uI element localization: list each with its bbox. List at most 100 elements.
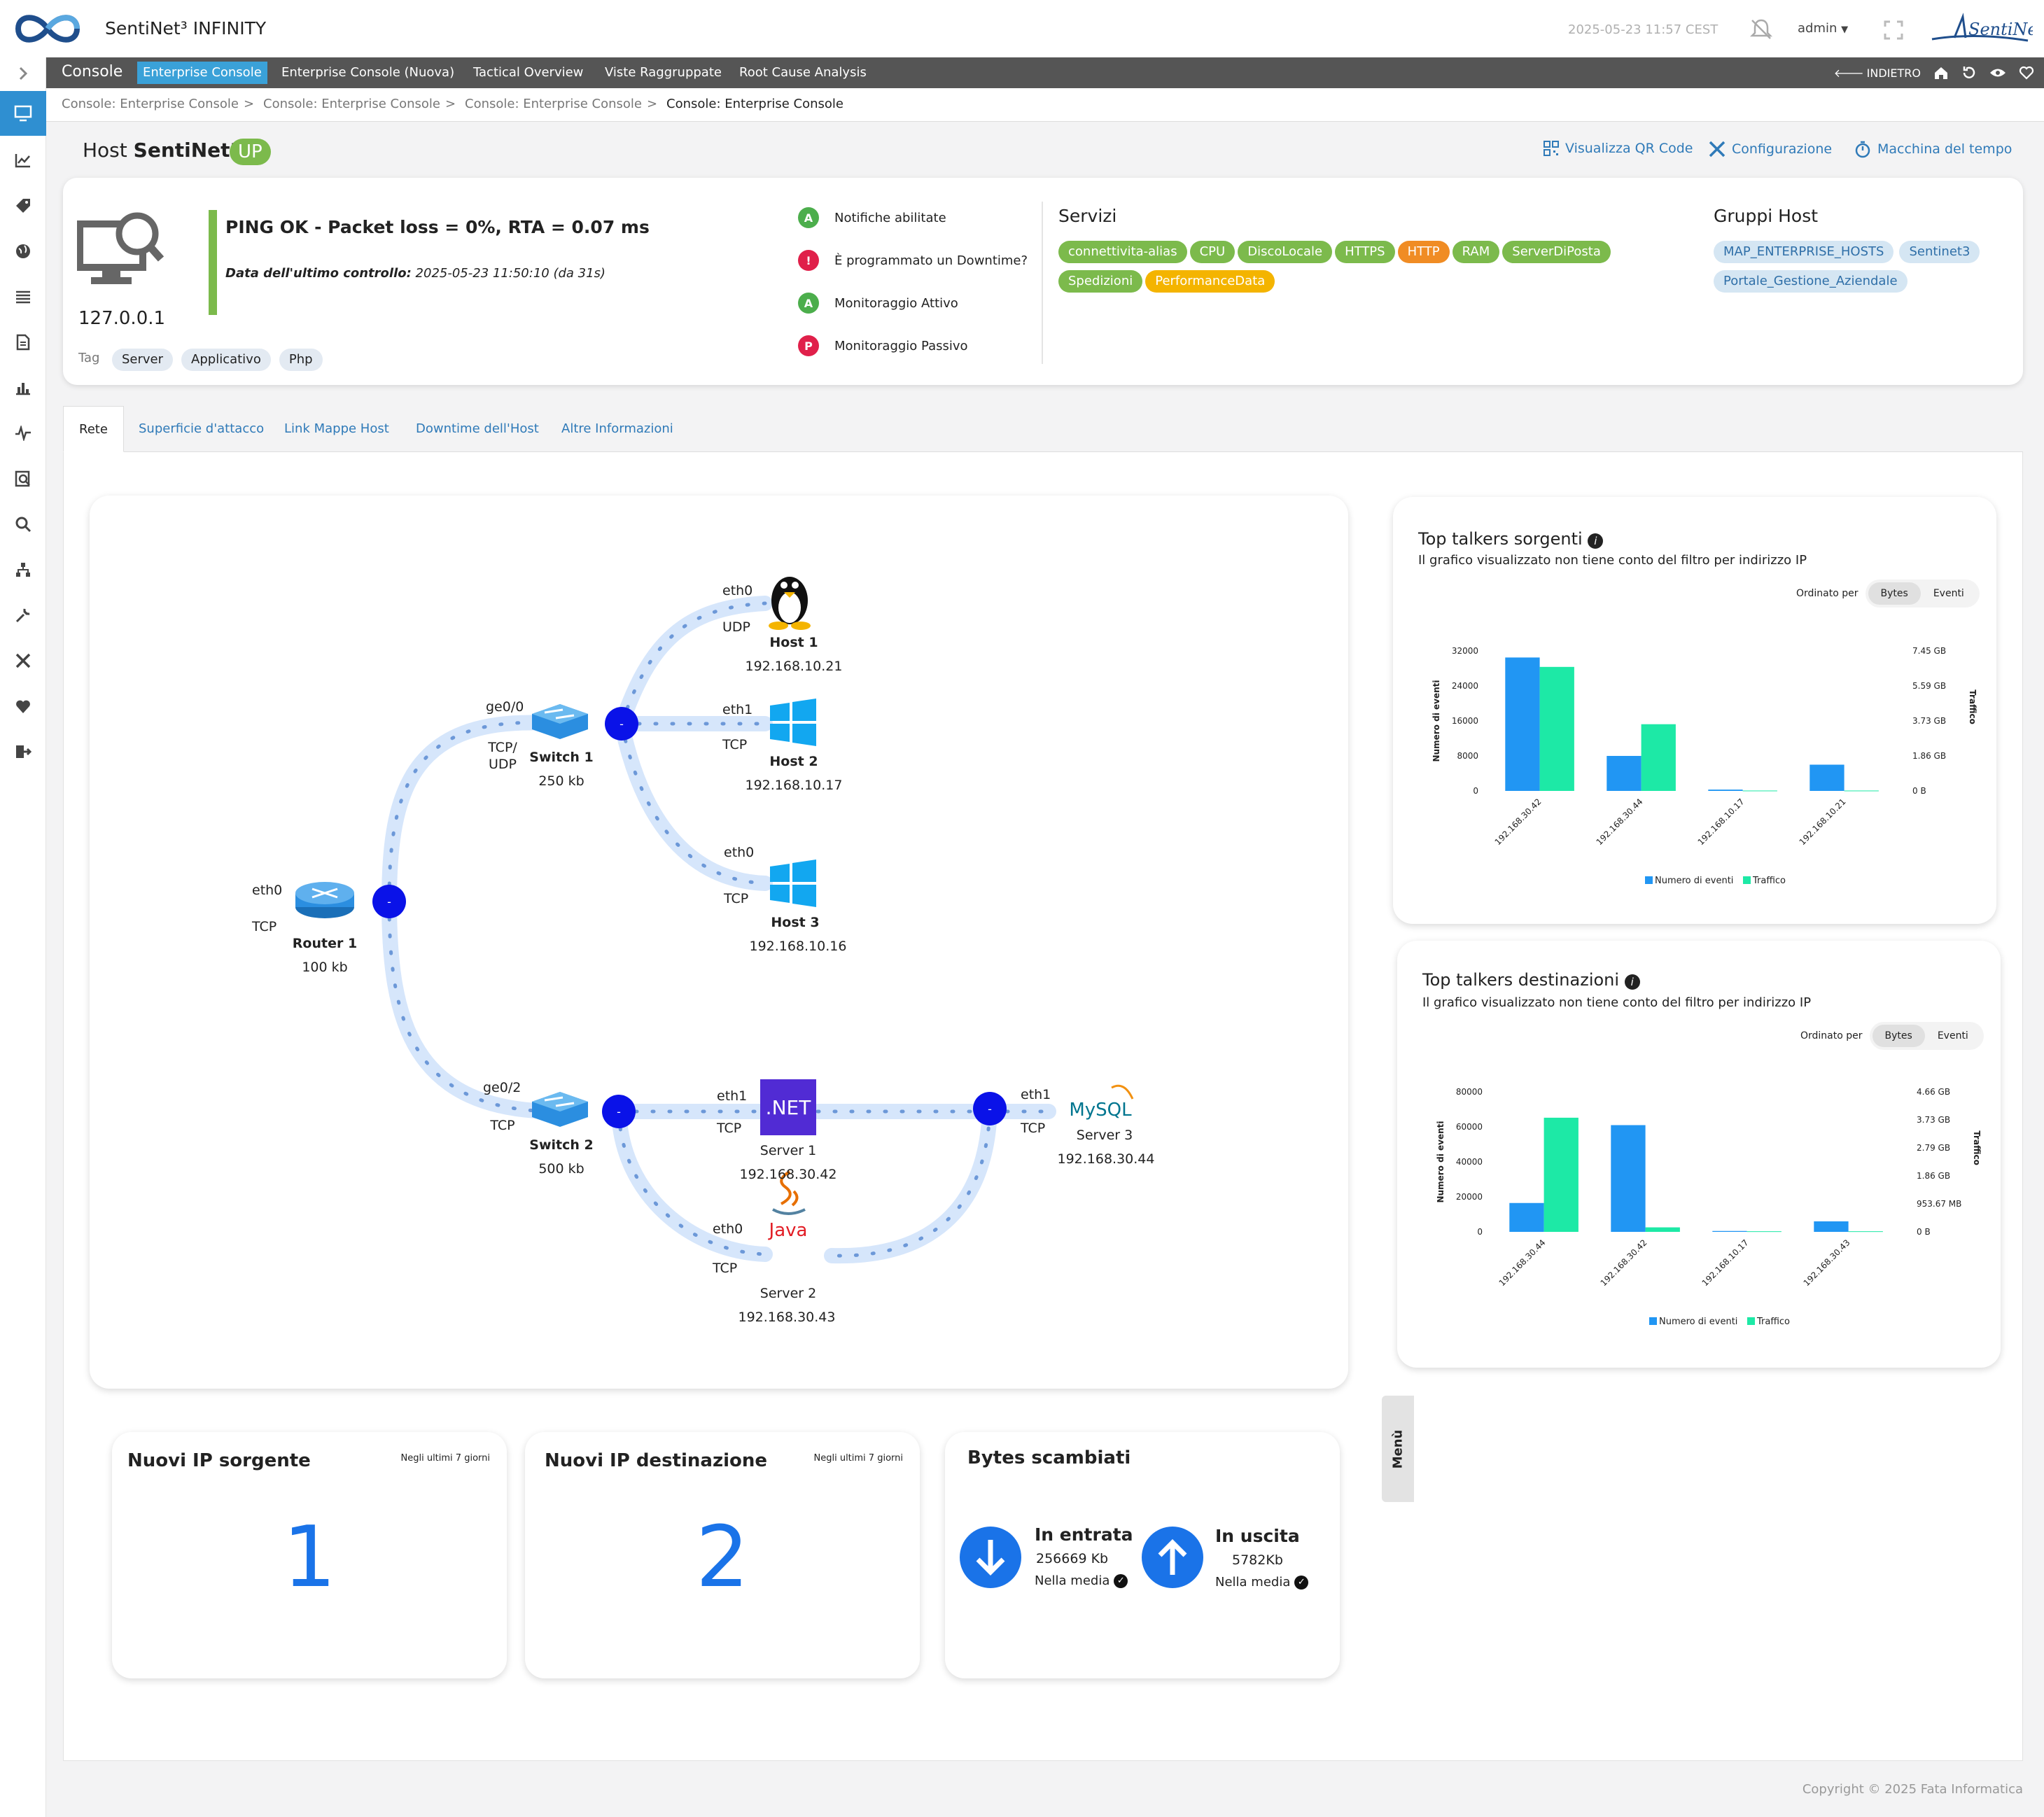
sidebar-item-monitor[interactable] xyxy=(0,91,46,136)
time-machine-link[interactable]: Macchina del tempo xyxy=(1854,140,2012,158)
service-pill-pending[interactable]: PerformanceData xyxy=(1145,270,1275,293)
infinity-logo-icon[interactable] xyxy=(10,10,85,48)
back-button[interactable]: 🡐 INDIETRO xyxy=(1834,66,1921,80)
tab-enterprise-console-nuova[interactable]: Enterprise Console (Nuova) xyxy=(276,62,460,84)
services-list: connettivita-alias CPU DiscoLocale HTTPS… xyxy=(1058,241,1646,293)
bell-off-icon[interactable] xyxy=(1749,17,1774,42)
info-icon[interactable]: i xyxy=(1588,533,1604,549)
host3-ip: 192.168.10.16 xyxy=(749,939,846,954)
windows-logo-icon-host3[interactable] xyxy=(770,860,816,907)
group-pill[interactable]: Portale_Gestione_Aziendale xyxy=(1714,270,1907,293)
tab-downtime-host[interactable]: Downtime dell'Host xyxy=(400,406,554,452)
y2-tick-label: 3.73 GB xyxy=(1912,716,1946,726)
router-icon[interactable] xyxy=(295,882,354,918)
legend-swatch-events xyxy=(1649,1317,1657,1325)
top-talkers-source-chart[interactable]: 0 8000 16000 24000 32000 0 B 1.86 GB 3.73 GB 5.5… xyxy=(1393,630,1996,924)
breadcrumb-item[interactable]: Console: Enterprise Console xyxy=(263,97,440,111)
info-icon[interactable]: i xyxy=(1624,974,1640,990)
history-icon[interactable] xyxy=(1961,65,1977,80)
qr-code-link[interactable]: Visualizza QR Code xyxy=(1543,140,1693,157)
map-menu-button[interactable]: Menù xyxy=(1382,1396,1414,1502)
bar-events xyxy=(1606,756,1642,791)
switch1-traffic: 250 kb xyxy=(538,773,584,789)
nav-console-label[interactable]: Console xyxy=(62,63,122,80)
y2-axis-label: Traffico xyxy=(1972,1130,1982,1165)
service-pill[interactable]: Spedizioni xyxy=(1058,270,1143,293)
fullscreen-icon[interactable] xyxy=(1883,20,1904,41)
host2-iface-label: eth1 xyxy=(722,702,752,717)
bar-traffic xyxy=(1746,1231,1782,1233)
y-tick-label: 32000 xyxy=(1452,646,1478,656)
configuration-link[interactable]: Configurazione xyxy=(1708,140,1832,158)
linux-tux-icon[interactable] xyxy=(769,577,811,630)
switch1-icon[interactable] xyxy=(532,704,588,739)
router-proto-label: TCP xyxy=(251,919,276,934)
group-pill[interactable]: MAP_ENTERPRISE_HOSTS xyxy=(1714,241,1894,263)
y-axis-label: Numero di eventi xyxy=(1436,1121,1446,1203)
sidebar-item-tools-icon[interactable] xyxy=(10,647,36,674)
top-talkers-dest-subtitle: Il grafico visualizzato non tiene conto … xyxy=(1422,995,1812,1010)
service-pill[interactable]: RAM xyxy=(1452,241,1500,263)
service-pill[interactable]: CPU xyxy=(1189,241,1236,263)
host2-proto-label: TCP xyxy=(722,737,747,752)
tab-enterprise-console[interactable]: Enterprise Console xyxy=(137,62,267,84)
tag-pill[interactable]: Php xyxy=(279,349,323,371)
sidebar-item-search-doc-icon[interactable] xyxy=(10,465,36,492)
breadcrumb-item[interactable]: Console: Enterprise Console xyxy=(465,97,642,111)
sidebar-item-list-icon[interactable] xyxy=(10,283,36,310)
tab-link-mappe-host[interactable]: Link Mappe Host xyxy=(269,406,405,452)
dotnet-logo-icon[interactable]: .NET xyxy=(760,1079,816,1135)
new-source-ip-period: Negli ultimi 7 giorni xyxy=(400,1453,491,1464)
tag-pill[interactable]: Applicativo xyxy=(181,349,271,371)
flag-passive-monitoring: P Monitoraggio Passivo xyxy=(798,335,968,356)
group-pill[interactable]: Sentinet3 xyxy=(1899,241,1980,263)
network-map[interactable]: - - - - .NET Java MySQL eth0 TCP Router … xyxy=(90,496,1348,1389)
top-talkers-dest-chart[interactable]: 0 20000 40000 60000 80000 0 B 953.67 MB 1.86 GB… xyxy=(1397,1071,2001,1365)
service-pill[interactable]: ServerDiPosta xyxy=(1502,241,1611,263)
node-dot-router[interactable]: - xyxy=(372,885,406,918)
sort-bytes-button[interactable]: Bytes xyxy=(1868,582,1921,605)
mysql-logo-icon[interactable]: MySQL xyxy=(1069,1084,1134,1121)
sort-events-button[interactable]: Eventi xyxy=(1925,1025,1981,1047)
eye-icon[interactable] xyxy=(1989,65,2006,80)
tab-superficie-attacco[interactable]: Superficie d'attacco xyxy=(123,406,279,452)
sidebar-item-magnifier-icon[interactable] xyxy=(10,511,36,538)
node-dot-switch1[interactable]: - xyxy=(605,707,638,741)
tab-rete[interactable]: Rete xyxy=(63,406,124,452)
sidebar-item-wrench-icon[interactable] xyxy=(10,602,36,629)
tab-viste-raggruppate[interactable]: Viste Raggruppate xyxy=(599,62,727,84)
sort-events-button[interactable]: Eventi xyxy=(1921,582,1977,605)
user-menu[interactable]: admin ▼ xyxy=(1798,21,1848,36)
service-pill[interactable]: connettivita-alias xyxy=(1058,241,1187,263)
breadcrumb-item[interactable]: Console: Enterprise Console xyxy=(62,97,239,111)
sidebar-item-logout-icon[interactable] xyxy=(10,738,36,765)
sidebar-item-tag-icon[interactable] xyxy=(10,192,36,219)
sidebar-item-globe-icon[interactable] xyxy=(10,238,36,265)
new-dest-ip-value: 2 xyxy=(695,1509,750,1606)
service-pill-warning[interactable]: HTTP xyxy=(1397,241,1450,263)
node-dot-switch2[interactable]: - xyxy=(602,1095,636,1128)
node-dot-server-link[interactable]: - xyxy=(973,1092,1007,1125)
tab-altre-informazioni[interactable]: Altre Informazioni xyxy=(546,406,689,452)
sidebar-expand-icon[interactable] xyxy=(10,60,36,87)
sidebar-item-heart-icon[interactable] xyxy=(10,693,36,720)
windows-logo-icon-host2[interactable] xyxy=(770,699,816,746)
mysql-logo-text: MySQL xyxy=(1069,1100,1132,1121)
home-icon[interactable] xyxy=(1933,65,1949,80)
bytes-out-note-text: Nella media xyxy=(1215,1575,1291,1590)
sidebar-item-topology-icon[interactable] xyxy=(10,556,36,583)
sidebar-item-pulse-icon[interactable] xyxy=(10,420,36,447)
sidebar-item-bar-chart-icon[interactable] xyxy=(10,374,36,401)
tab-tactical-overview[interactable]: Tactical Overview xyxy=(468,62,589,84)
host3-name: Host 3 xyxy=(771,915,819,930)
switch2-icon[interactable] xyxy=(532,1092,588,1127)
tag-pill[interactable]: Server xyxy=(112,349,174,371)
service-pill[interactable]: HTTPS xyxy=(1335,241,1395,263)
heart-outline-icon[interactable] xyxy=(2019,65,2034,80)
sidebar-item-report-icon[interactable] xyxy=(10,329,36,356)
tab-root-cause-analysis[interactable]: Root Cause Analysis xyxy=(734,62,872,84)
sort-bytes-button[interactable]: Bytes xyxy=(1872,1025,1925,1047)
qr-code-icon xyxy=(1544,141,1559,156)
service-pill[interactable]: DiscoLocale xyxy=(1238,241,1333,263)
sidebar-item-chart-line-icon[interactable] xyxy=(10,147,36,174)
